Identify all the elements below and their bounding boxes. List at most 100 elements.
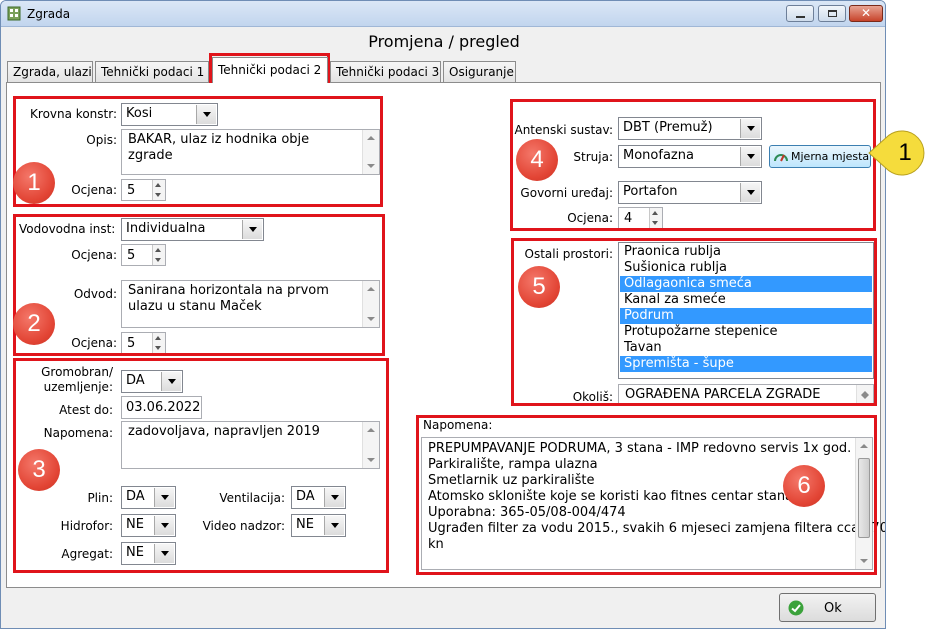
vent-select[interactable]: DA — [291, 486, 346, 509]
callout-number: 1 — [898, 139, 912, 166]
meter-points-button[interactable]: Mjerna mjesta — [769, 145, 871, 168]
surroundings-field[interactable]: OGRAĐENA PARCELA ZGRADE — [618, 384, 874, 406]
tab-tehnicki-podaci-3[interactable]: Tehnički podaci 3 — [330, 61, 441, 82]
ok-button[interactable]: Ok — [779, 593, 876, 622]
hydro-value: NE — [126, 517, 144, 532]
note3-value: zadovoljava, napravljen 2019 — [128, 424, 320, 439]
tab-osiguranje[interactable]: Osiguranje — [443, 61, 516, 82]
close-icon: ✕ — [860, 6, 872, 20]
intercom-select[interactable]: Portafon — [618, 181, 762, 204]
roof-select[interactable]: Kosi — [121, 103, 218, 126]
water-label: Vodovodna inst: — [19, 222, 116, 236]
note6-scrollbar[interactable] — [855, 438, 872, 569]
rating1-spin-buttons[interactable] — [152, 180, 165, 200]
lightning-label-2: uzemljenje: — [43, 380, 113, 394]
roof-dropdown-button[interactable] — [196, 105, 216, 124]
video-dropdown-button[interactable] — [324, 516, 344, 535]
rating2-stepper[interactable]: 5 — [121, 244, 166, 266]
power-value: Monofazna — [623, 148, 694, 163]
rating2-spin-buttons[interactable] — [152, 245, 165, 265]
desc-label: Opis: — [86, 133, 117, 147]
drain-value: Sanirana horizontala na prvom ulazu u st… — [128, 283, 329, 314]
antenna-label: Antenski sustav: — [514, 123, 613, 137]
gas-select[interactable]: DA — [121, 486, 176, 509]
video-select[interactable]: NE — [291, 514, 346, 537]
rating3-stepper[interactable]: 5 — [121, 332, 166, 354]
note3-label: Napomena: — [43, 426, 113, 440]
gas-dropdown-button[interactable] — [154, 488, 174, 507]
roof-label: Krovna konstr: — [30, 107, 117, 121]
tab-zgrada-ulazi[interactable]: Zgrada, ulazi — [7, 61, 93, 82]
chevron-down-icon — [167, 379, 176, 384]
antenna-dropdown-button[interactable] — [740, 119, 760, 138]
drain-scrollbar[interactable] — [362, 281, 379, 327]
rating1-stepper[interactable]: 5 — [121, 179, 166, 201]
intercom-dropdown-button[interactable] — [740, 183, 760, 202]
power-select[interactable]: Monofazna — [618, 145, 762, 168]
list-item[interactable]: Protupožarne stepenice — [620, 324, 872, 340]
water-dropdown-button[interactable] — [242, 220, 262, 239]
note3-field[interactable]: zadovoljava, napravljen 2019 — [121, 421, 380, 469]
list-item[interactable]: Podrum — [620, 308, 872, 324]
hydro-select[interactable]: NE — [121, 514, 176, 537]
meter-points-label: Mjerna mjesta — [791, 150, 870, 163]
vent-label: Ventilacija: — [219, 491, 285, 505]
rooms-listbox[interactable]: Praonica rublja Sušionica rublja Odlagao… — [618, 242, 874, 379]
tab-tehnicki-podaci-2[interactable]: Tehnički podaci 2 — [212, 57, 328, 83]
title-bar[interactable]: Zgrada ✕ — [1, 1, 885, 27]
water-value: Individualna — [126, 221, 206, 236]
list-item[interactable]: Sušionica rublja — [620, 260, 872, 276]
drain-field[interactable]: Sanirana horizontala na prvom ulazu u st… — [121, 280, 380, 328]
surroundings-scrollbar[interactable] — [856, 385, 873, 405]
desc-field[interactable]: BAKAR, ulaz iz hodnika obje zgrade — [121, 129, 380, 175]
desc-value: BAKAR, ulaz iz hodnika obje zgrade — [128, 132, 310, 163]
hydro-dropdown-button[interactable] — [154, 516, 174, 535]
form-header: Promjena / pregled — [368, 32, 520, 51]
antenna-value: DBT (Premuž) — [623, 120, 713, 135]
rating4-stepper[interactable]: 4 — [618, 207, 663, 229]
list-item[interactable]: Tavan — [620, 340, 872, 356]
list-item[interactable]: Praonica rublja — [620, 244, 872, 260]
power-dropdown-button[interactable] — [740, 147, 760, 166]
vent-dropdown-button[interactable] — [324, 488, 344, 507]
maximize-button[interactable] — [818, 5, 846, 22]
atest-field[interactable]: 03.06.2022 — [121, 396, 202, 419]
chevron-down-icon — [160, 523, 169, 528]
rating4-spin-buttons[interactable] — [649, 208, 662, 228]
check-icon — [788, 600, 804, 616]
minimize-button[interactable] — [786, 5, 814, 22]
chevron-down-icon — [330, 495, 339, 500]
app-icon — [7, 6, 21, 21]
surroundings-label: Okoliš: — [572, 390, 613, 404]
maximize-icon — [828, 10, 837, 17]
water-select[interactable]: Individualna — [121, 218, 264, 241]
lightning-dropdown-button[interactable] — [161, 372, 181, 391]
list-item[interactable]: Spremišta - šupe — [620, 356, 872, 372]
rating3-spin-buttons[interactable] — [152, 333, 165, 353]
note6-line: kn — [428, 537, 444, 552]
lightning-label-1: Gromobran/ — [41, 365, 113, 379]
window-title: Zgrada — [27, 7, 71, 21]
close-button[interactable]: ✕ — [849, 5, 883, 22]
generator-dropdown-button[interactable] — [154, 544, 174, 563]
scroll-up-icon — [860, 444, 868, 448]
generator-select[interactable]: NE — [121, 542, 176, 565]
desc-scrollbar[interactable] — [362, 130, 379, 174]
rating3-value: 5 — [127, 336, 136, 351]
scrollbar-thumb[interactable] — [858, 458, 870, 538]
tab-tehnicki-podaci-1[interactable]: Tehnički podaci 1 — [95, 61, 209, 82]
lightning-select[interactable]: DA — [121, 370, 183, 393]
chevron-down-icon — [330, 523, 339, 528]
atest-label: Atest do: — [59, 403, 113, 417]
rating2-label: Ocjena: — [71, 248, 117, 262]
note3-scrollbar[interactable] — [362, 422, 379, 468]
antenna-select[interactable]: DBT (Premuž) — [618, 117, 762, 140]
intercom-value: Portafon — [623, 184, 678, 199]
badge-1: 1 — [13, 162, 55, 204]
spin-up-icon — [155, 183, 161, 187]
list-item[interactable]: Kanal za smeće — [620, 292, 872, 308]
list-item[interactable]: Odlagaonica smeća — [620, 276, 872, 292]
chevron-down-icon — [202, 112, 211, 117]
rating4-value: 4 — [624, 211, 633, 226]
spin-down-icon — [652, 221, 658, 225]
